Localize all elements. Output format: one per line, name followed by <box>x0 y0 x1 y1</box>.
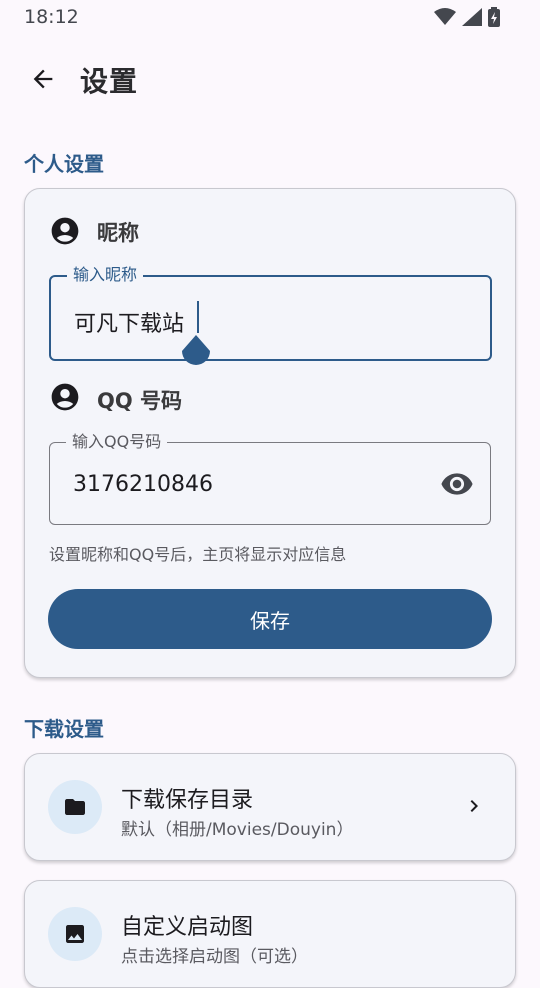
qq-label: QQ 号码 <box>97 389 183 413</box>
nickname-label: 昵称 <box>97 221 139 245</box>
custom-splash-subtitle: 点击选择启动图（可选） <box>121 947 308 967</box>
section-title-personal: 个人设置 <box>24 152 104 176</box>
download-dir-subtitle: 默认（相册/Movies/Douyin） <box>121 820 354 840</box>
arrow-back-icon <box>33 69 53 89</box>
nickname-input-value[interactable]: 可凡下载站 <box>74 306 184 338</box>
account-circle-icon <box>51 383 79 411</box>
download-dir-item[interactable]: 下载保存目录 默认（相册/Movies/Douyin） <box>24 753 516 861</box>
status-icons <box>434 7 500 27</box>
section-title-download: 下载设置 <box>24 717 104 741</box>
folder-icon <box>65 799 85 815</box>
page-title: 设置 <box>80 65 139 98</box>
qq-field-label: 输入QQ号码 <box>66 433 168 451</box>
nickname-field-label: 输入昵称 <box>67 266 144 284</box>
account-circle-icon <box>51 217 79 245</box>
nickname-field[interactable]: 输入昵称 可凡下载站 <box>49 266 492 361</box>
text-selection-handle[interactable] <box>180 335 212 371</box>
image-icon <box>66 925 84 943</box>
text-cursor <box>197 301 199 333</box>
back-button[interactable] <box>22 58 64 100</box>
qq-field[interactable]: 输入QQ号码 3176210846 <box>49 433 491 525</box>
image-icon-container <box>48 907 102 961</box>
settings-hint: 设置昵称和QQ号后，主页将显示对应信息 <box>49 545 347 564</box>
save-button[interactable]: 保存 <box>48 589 492 649</box>
custom-splash-item[interactable]: 自定义启动图 点击选择启动图（可选） <box>24 880 516 988</box>
custom-splash-title: 自定义启动图 <box>121 915 254 940</box>
status-time: 18:12 <box>24 6 79 28</box>
wifi-icon <box>434 8 456 25</box>
cellular-signal-icon <box>462 8 482 26</box>
personal-settings-card: 昵称 输入昵称 可凡下载站 QQ 号码 输入QQ号码 3176210846 设置… <box>24 188 516 678</box>
qq-input-value[interactable]: 3176210846 <box>73 472 213 497</box>
battery-charging-icon <box>488 7 500 27</box>
visibility-toggle-icon[interactable] <box>440 467 474 501</box>
chevron-right-icon <box>470 800 478 812</box>
download-dir-title: 下载保存目录 <box>121 788 254 813</box>
status-bar: 18:12 <box>0 0 540 34</box>
folder-icon-container <box>48 780 102 834</box>
